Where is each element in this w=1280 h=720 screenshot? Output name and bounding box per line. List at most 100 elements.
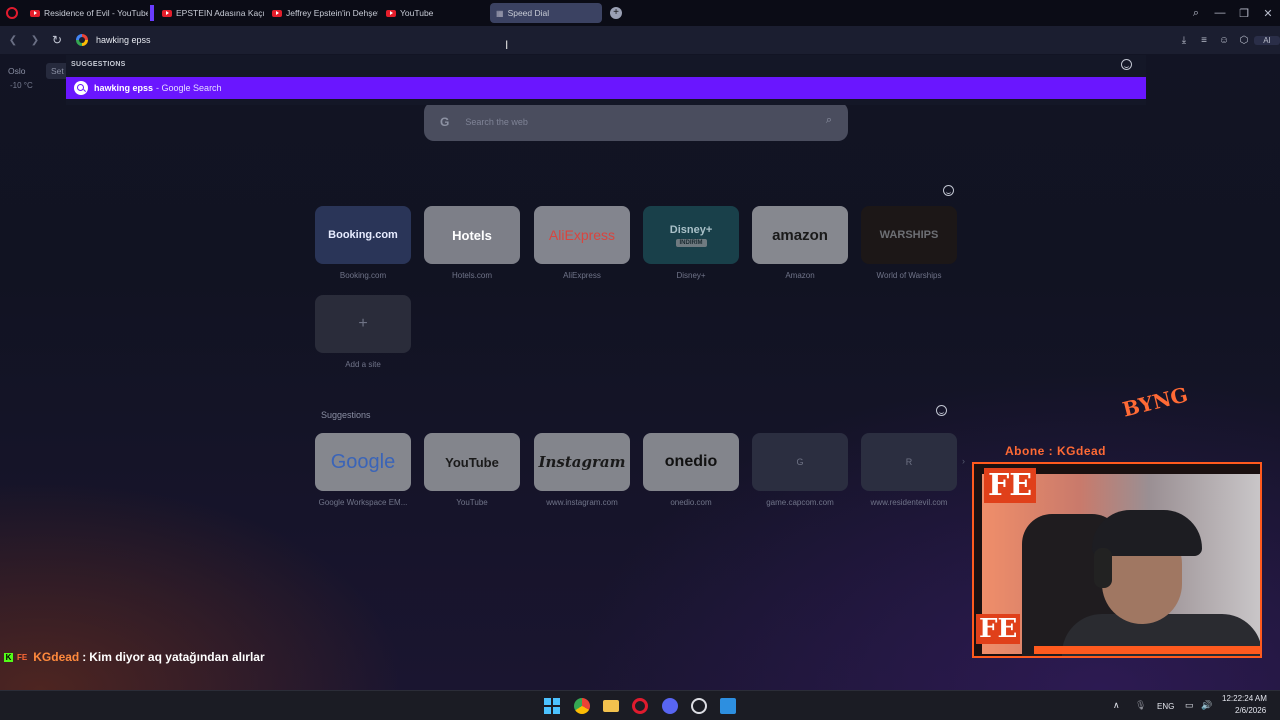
tab-strip: Residence of Evil - YouTube EPSTEIN Adas… [0, 0, 1280, 26]
chat-message: K FE KGdead : Kim diyor aq yatağından al… [4, 650, 265, 664]
suggestions-settings-icon[interactable] [936, 405, 947, 416]
discord-icon[interactable] [662, 698, 678, 714]
kick-icon: K [4, 652, 13, 662]
new-tab-button[interactable]: + [610, 7, 622, 19]
web-search-box[interactable]: G Search the web ⌕ [424, 102, 848, 141]
webcam-frame-bar [1034, 646, 1260, 654]
suggestion-google-search[interactable]: hawking epss - Google Search [66, 77, 1146, 99]
file-explorer-icon[interactable] [603, 700, 619, 712]
windows-taskbar: ∧ 🎙 ENG ▭ 🔊 12:22:24 AM 2/6/2026 [0, 690, 1280, 720]
suggestions-title: Suggestions [321, 410, 371, 420]
address-suggestions-dropdown: SUGGESTIONS hawking epss - Google Search [66, 55, 1146, 105]
volume-icon[interactable]: 🔊 [1201, 700, 1212, 711]
clock-time[interactable]: 12:22:24 AM [1222, 694, 1267, 703]
back-button[interactable]: ❮ [2, 35, 24, 46]
downloads-icon[interactable]: ⤓ [1174, 35, 1194, 46]
tab-youtube[interactable]: YouTube [380, 3, 488, 23]
tab-group-indicator [150, 5, 154, 21]
tile-disney[interactable]: Disney+ İNDİRİM [643, 206, 739, 264]
suggestion-query: hawking epss [94, 83, 154, 93]
clock-date[interactable]: 2/6/2026 [1235, 706, 1266, 715]
sugg-label-instagram: www.instagram.com [546, 498, 618, 507]
google-icon: G [440, 114, 450, 129]
sugg-tile-capcom[interactable]: G [752, 433, 848, 491]
sugg-tile-youtube[interactable]: YouTube [424, 433, 520, 491]
tab-epstein-adasina[interactable]: EPSTEIN Adasına Kaçırılan [156, 3, 264, 23]
suggestions-header: SUGGESTIONS [71, 61, 126, 68]
microphone-icon[interactable]: 🎙 [1135, 700, 1146, 711]
search-icon[interactable]: ⌕ [826, 114, 832, 127]
opera-taskbar-icon[interactable] [632, 698, 648, 714]
language-indicator[interactable]: ENG [1157, 702, 1174, 711]
profile-icon[interactable]: ☺ [1214, 35, 1234, 46]
easy-setup-icon[interactable]: ≡ [1194, 35, 1214, 46]
tile-label-aliexpress: AliExpress [563, 271, 601, 280]
restore-button[interactable]: ❐ [1232, 7, 1256, 20]
weather-city: Oslo [8, 66, 26, 76]
youtube-icon [162, 9, 172, 17]
tray-chevron-icon[interactable]: ∧ [1113, 700, 1120, 711]
address-bar-input[interactable] [96, 35, 476, 45]
fe-logo-bottom: FE [976, 614, 1021, 644]
minimize-button[interactable]: — [1208, 7, 1232, 19]
tile-label-warships: World of Warships [876, 271, 942, 280]
google-icon [76, 34, 88, 46]
extensions-icon[interactable]: ⬡ [1234, 35, 1254, 46]
forward-button[interactable]: ❯ [24, 35, 46, 46]
sugg-label-residentevil: www.residentevil.com [870, 498, 948, 507]
sugg-label-google: Google Workspace EM... [318, 498, 408, 507]
add-site-label: Add a site [345, 360, 381, 369]
search-placeholder: Search the web [465, 116, 528, 127]
speed-dial-icon: ▦ [496, 8, 504, 18]
discount-badge: İNDİRİM [675, 238, 707, 247]
sugg-tile-google[interactable]: Google [315, 433, 411, 491]
aria-ai-button[interactable]: AI [1254, 35, 1280, 45]
youtube-icon [272, 9, 282, 17]
close-button[interactable]: ✕ [1256, 7, 1280, 20]
tab-residence-of-evil[interactable]: Residence of Evil - YouTube [24, 3, 148, 23]
suggestion-suffix: - Google Search [156, 83, 222, 93]
network-icon[interactable]: ▭ [1185, 700, 1194, 711]
sugg-tile-onedio[interactable]: onedio [643, 433, 739, 491]
subscribe-banner: Abone : KGdead [1005, 444, 1107, 458]
dropdown-settings-icon[interactable] [1121, 59, 1132, 70]
channel-badge-icon: FE [17, 652, 28, 662]
add-site-button[interactable]: + [315, 295, 411, 353]
tile-label-disney: Disney+ [676, 271, 706, 280]
tab-search-icon[interactable]: ⌕ [1184, 7, 1208, 20]
opera-menu-icon[interactable] [6, 7, 18, 19]
chatgpt-icon[interactable] [691, 698, 707, 714]
search-icon [74, 81, 88, 95]
tile-label-booking: Booking.com [339, 271, 387, 280]
chat-separator: : [82, 650, 87, 664]
sugg-label-capcom: game.capcom.com [766, 498, 834, 507]
windows-start-icon[interactable] [544, 698, 560, 714]
tile-aliexpress[interactable]: AliExpress [534, 206, 630, 264]
text-cursor-icon: I [505, 38, 509, 52]
chat-text: Kim diyor aq yatağından alırlar [89, 650, 265, 664]
tab-speed-dial[interactable]: ▦ Speed Dial [490, 3, 602, 23]
tile-label-amazon: Amazon [785, 271, 815, 280]
headset [1094, 548, 1112, 588]
tab-jeffrey-epstein[interactable]: Jeffrey Epstein'in Dehşet V [266, 3, 378, 23]
tile-amazon[interactable]: amazon [752, 206, 848, 264]
tile-world-of-warships[interactable]: WARSHIPS [861, 206, 957, 264]
youtube-icon [30, 9, 40, 17]
weather-temperature: -10 °C [10, 81, 33, 90]
reload-button[interactable]: ↻ [46, 33, 68, 47]
sugg-tile-residentevil[interactable]: R [861, 433, 957, 491]
tile-hotels[interactable]: Hotels [424, 206, 520, 264]
address-toolbar: ❮ ❯ ↻ ⤓ ≡ ☺ ⬡ AI [0, 26, 1280, 54]
fe-logo: FE [984, 468, 1037, 503]
chrome-icon[interactable] [574, 698, 590, 714]
snipping-tool-icon[interactable] [720, 698, 736, 714]
sugg-label-youtube: YouTube [456, 498, 488, 507]
sugg-tile-instagram[interactable]: Instagram [534, 433, 630, 491]
sugg-label-onedio: onedio.com [670, 498, 712, 507]
suggestions-next-icon[interactable]: › [962, 456, 965, 466]
webcam-overlay: FE FE [972, 462, 1262, 658]
tile-booking[interactable]: Booking.com [315, 206, 411, 264]
speed-dial-settings-icon[interactable] [943, 185, 954, 196]
youtube-icon [386, 9, 396, 17]
tile-label-hotels: Hotels.com [451, 271, 492, 280]
